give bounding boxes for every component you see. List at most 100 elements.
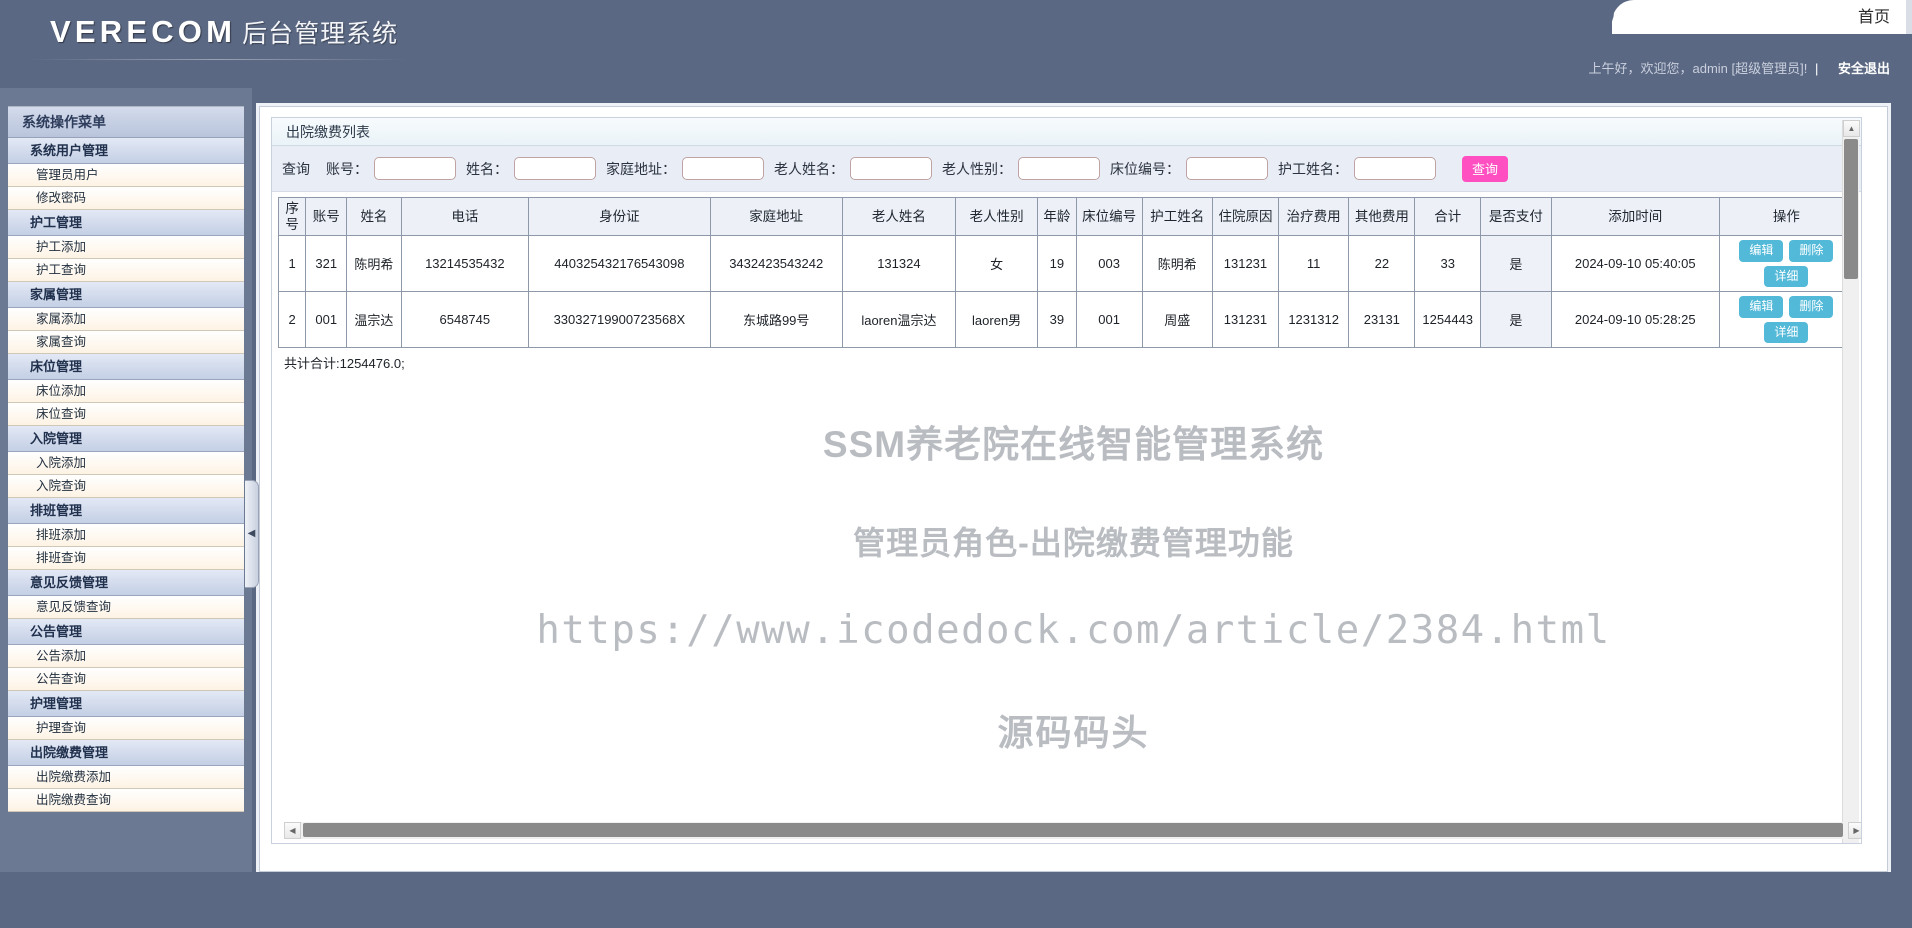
sidebar-item-19[interactable]: 意见反馈查询 [8, 596, 244, 619]
discharge-payment-panel: 出院缴费列表 查询 账号： 姓名： 家庭地址： 老人姓名： 老人性别： 床位编号： 护工姓名… [271, 117, 1862, 844]
sidebar-item-23[interactable]: 护理管理 [8, 691, 244, 717]
panel-horizontal-scrollbar[interactable]: ◀ ▶ [284, 822, 1861, 839]
cell-address: 东城路99号 [709, 291, 843, 348]
sidebar-item-7[interactable]: 家属添加 [8, 308, 244, 331]
sidebar-item-2[interactable]: 修改密码 [8, 187, 244, 210]
sidebar-item-8[interactable]: 家属查询 [8, 331, 244, 354]
query-input-6[interactable] [1354, 157, 1436, 180]
query-label-6: 护工姓名： [1278, 160, 1348, 177]
chevron-left-icon: ◀ [247, 528, 256, 539]
sidebar-item-10[interactable]: 床位添加 [8, 380, 244, 403]
sidebar-item-14[interactable]: 入院查询 [8, 475, 244, 498]
query-input-3[interactable] [850, 157, 932, 180]
cell-elder-name: 131324 [841, 235, 957, 292]
cell-paid: 是 [1480, 235, 1552, 292]
table-column-header-7: 老人性别 [955, 197, 1039, 236]
cell-added-at: 2024-09-10 05:28:25 [1550, 291, 1720, 348]
detail-button[interactable]: 详细 [1764, 321, 1809, 343]
welcome-text: 上午好，欢迎您，admin [超级管理员]! [1588, 61, 1808, 76]
sidebar-collapse-handle[interactable]: ◀ [245, 480, 259, 588]
triangle-left-icon: ◀ [289, 826, 296, 835]
sidebar-title: 系统操作菜单 [8, 107, 244, 138]
query-input-4[interactable] [1018, 157, 1100, 180]
footer-strip [0, 872, 1912, 928]
sidebar-item-9[interactable]: 床位管理 [8, 354, 244, 380]
sidebar-item-0[interactable]: 系统用户管理 [8, 138, 244, 164]
sidebar-item-22[interactable]: 公告查询 [8, 668, 244, 691]
sidebar-item-20[interactable]: 公告管理 [8, 619, 244, 645]
sidebar-item-6[interactable]: 家属管理 [8, 282, 244, 308]
sidebar-item-1[interactable]: 管理员用户 [8, 164, 244, 187]
sidebar-item-4[interactable]: 护工添加 [8, 236, 244, 259]
sidebar-item-24[interactable]: 护理查询 [8, 717, 244, 740]
cell-id-card: 440325432176543098 [527, 235, 711, 292]
cell-total: 1254443 [1414, 291, 1482, 348]
cell-added-at: 2024-09-10 05:40:05 [1550, 235, 1720, 292]
scroll-up-arrow[interactable]: ▲ [1843, 120, 1860, 137]
sidebar-item-11[interactable]: 床位查询 [8, 403, 244, 426]
sidebar-menu: 系统操作菜单 系统用户管理 管理员用户 修改密码 护工管理 护工添加 护工查询 家属管理 家属… [8, 106, 244, 812]
table-column-header-14: 合计 [1414, 197, 1482, 236]
table-column-header-13: 其他费用 [1348, 197, 1416, 236]
top-nav-item-home[interactable]: 首页 [1858, 3, 1890, 27]
sidebar-item-27[interactable]: 出院缴费查询 [8, 789, 244, 812]
triangle-up-icon: ▲ [1847, 124, 1856, 133]
panel-vertical-scrollbar[interactable]: ▲ ▼ [1842, 120, 1860, 843]
sidebar-item-26[interactable]: 出院缴费添加 [8, 766, 244, 789]
table-row: 2 001 温宗达 6548745 33032719900723568X 东城路99号 la… [277, 291, 1855, 348]
edit-button[interactable]: 编辑 [1739, 240, 1784, 262]
table-column-header-5: 家庭地址 [709, 197, 843, 236]
horizontal-scroll-thumb[interactable] [303, 823, 1843, 837]
cell-name: 温宗达 [346, 291, 402, 348]
table-column-header-3: 电话 [400, 197, 529, 236]
sidebar-item-25[interactable]: 出院缴费管理 [8, 740, 244, 766]
sidebar-item-12[interactable]: 入院管理 [8, 426, 244, 452]
delete-button[interactable]: 删除 [1789, 240, 1834, 262]
sidebar-item-17[interactable]: 排班查询 [8, 547, 244, 570]
query-input-2[interactable] [682, 157, 764, 180]
cell-id-card: 33032719900723568X [527, 291, 711, 348]
sidebar-item-15[interactable]: 排班管理 [8, 498, 244, 524]
query-submit-button[interactable]: 查询 [1462, 155, 1508, 182]
table-row: 1 321 陈明希 13214535432 440325432176543098 3432… [277, 235, 1855, 292]
cell-total: 33 [1414, 235, 1482, 292]
welcome-bar: 上午好，欢迎您，admin [超级管理员]! | 安全退出 [1588, 58, 1890, 77]
sidebar-item-13[interactable]: 入院添加 [8, 452, 244, 475]
cell-other-fee: 23131 [1348, 291, 1416, 348]
cell-seq: 1 [277, 235, 307, 292]
query-input-0[interactable] [374, 157, 456, 180]
scroll-right-arrow[interactable]: ▶ [1848, 822, 1861, 839]
sidebar-item-5[interactable]: 护工查询 [8, 259, 244, 282]
cell-phone: 6548745 [400, 291, 529, 348]
vertical-scroll-thumb[interactable] [1844, 139, 1858, 279]
query-label-5: 床位编号： [1110, 160, 1180, 177]
scroll-left-arrow[interactable]: ◀ [284, 822, 301, 839]
table-column-header-12: 治疗费用 [1277, 197, 1350, 236]
cell-name: 陈明希 [346, 235, 402, 292]
cell-bed-no: 001 [1075, 291, 1143, 348]
delete-button[interactable]: 删除 [1789, 296, 1834, 318]
query-label-2: 家庭地址： [606, 160, 676, 177]
edit-button[interactable]: 编辑 [1739, 296, 1784, 318]
table-column-header-16: 添加时间 [1550, 197, 1720, 236]
table-column-header-17: 操作 [1718, 197, 1855, 236]
logo-text-cn: 后台管理系统 [242, 20, 399, 48]
cell-operations: 编辑 删除详细 [1718, 291, 1855, 348]
logout-link[interactable]: 安全退出 [1838, 61, 1890, 76]
sidebar-item-3[interactable]: 护工管理 [8, 210, 244, 236]
triangle-right-icon: ▶ [1853, 826, 1860, 835]
table-column-header-11: 住院原因 [1212, 197, 1279, 236]
query-input-1[interactable] [514, 157, 596, 180]
query-input-5[interactable] [1186, 157, 1268, 180]
sidebar-item-18[interactable]: 意见反馈管理 [8, 570, 244, 596]
sidebar-item-21[interactable]: 公告添加 [8, 645, 244, 668]
cell-seq: 2 [277, 291, 307, 348]
logo-text-en: VERECOM [50, 14, 237, 49]
sidebar-item-16[interactable]: 排班添加 [8, 524, 244, 547]
query-label-3: 老人姓名： [774, 160, 844, 177]
app-logo: VERECOM 后台管理系统 [50, 14, 398, 58]
cell-nurse-name: 陈明希 [1141, 235, 1214, 292]
detail-button[interactable]: 详细 [1764, 265, 1809, 287]
top-nav: 首页 [1590, 0, 1912, 34]
table-column-header-10: 护工姓名 [1141, 197, 1214, 236]
